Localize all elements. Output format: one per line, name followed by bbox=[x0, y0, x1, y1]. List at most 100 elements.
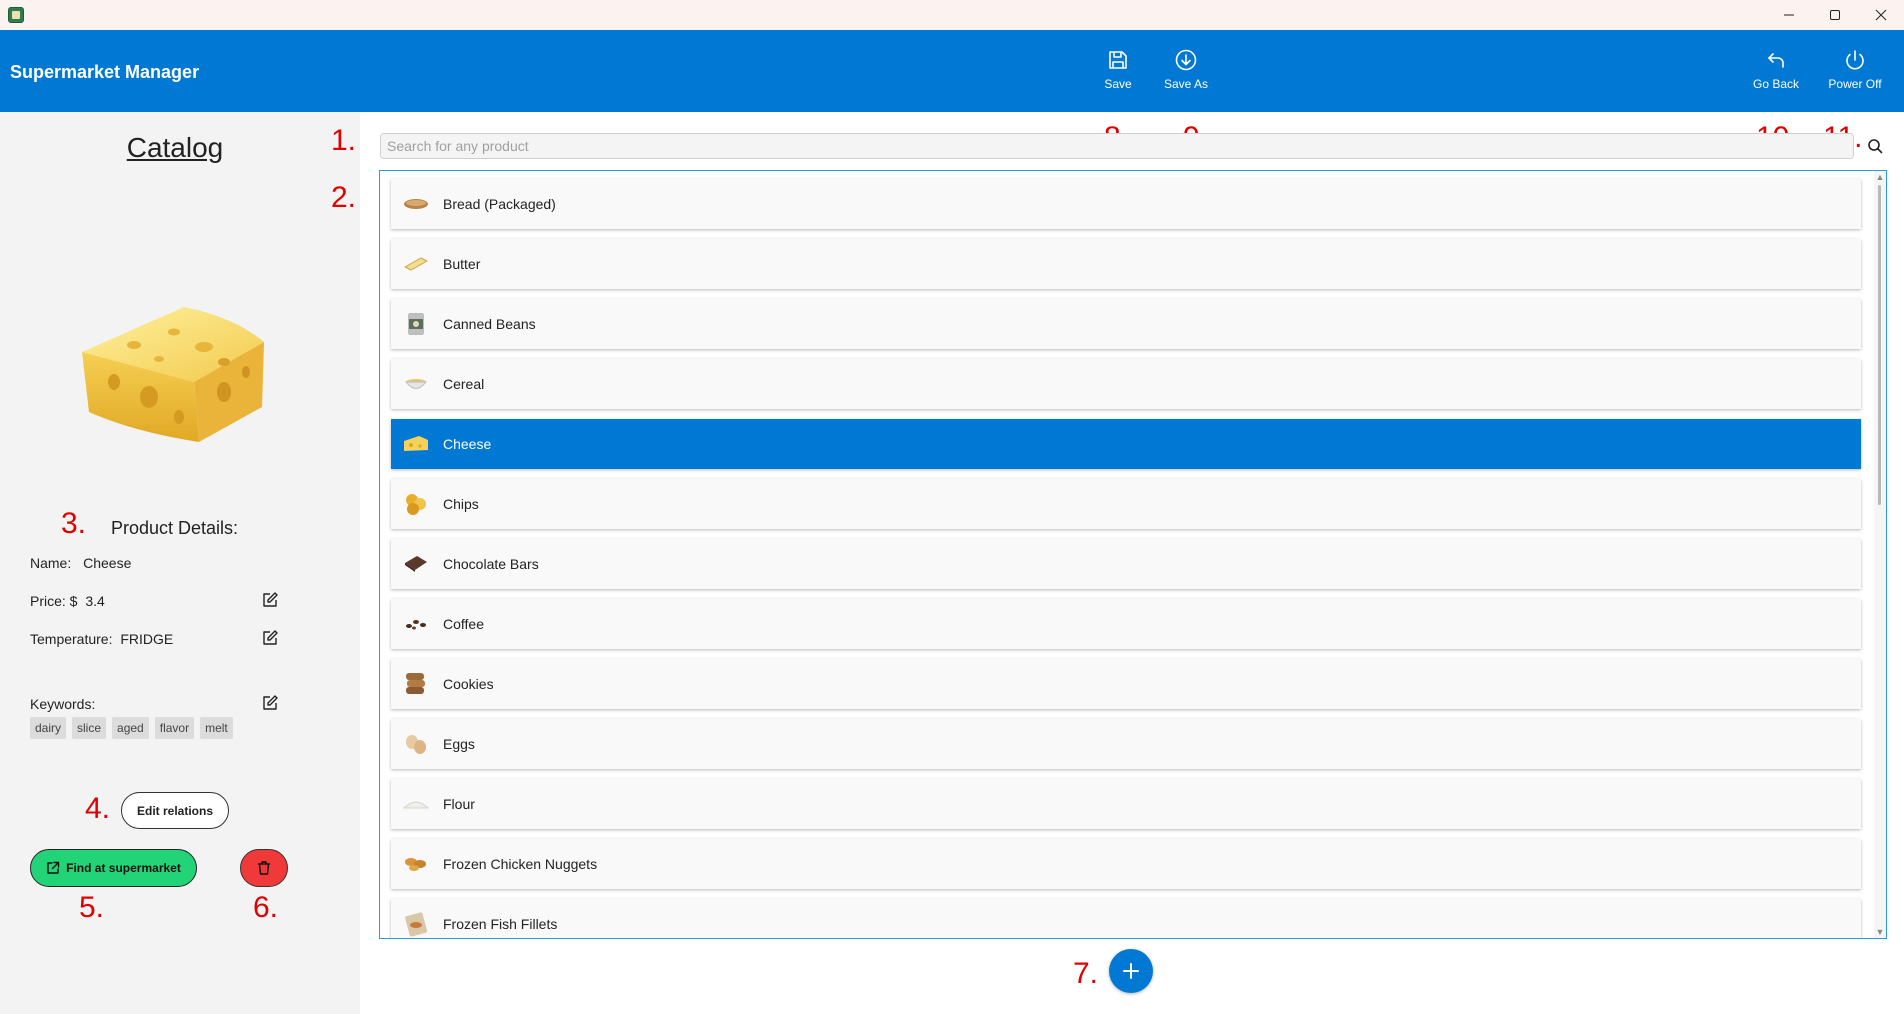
window-titlebar bbox=[0, 0, 1904, 30]
price-label: Price: $ bbox=[30, 593, 78, 609]
catalog-title: Catalog bbox=[126, 132, 224, 163]
product-label: Chocolate Bars bbox=[443, 556, 539, 572]
find-at-supermarket-button[interactable]: Find at supermarket bbox=[30, 849, 197, 887]
app-title: Supermarket Manager bbox=[10, 62, 200, 82]
keyword-tag: flavor bbox=[154, 717, 195, 739]
product-list-item[interactable]: Eggs bbox=[391, 719, 1861, 769]
price-value: 3.4 bbox=[85, 593, 105, 609]
save-button[interactable]: Save bbox=[1103, 48, 1133, 98]
undo-arrow-icon bbox=[1768, 53, 1784, 68]
trash-icon bbox=[258, 861, 270, 875]
product-list-item[interactable]: Cookies bbox=[391, 659, 1861, 709]
can-icon bbox=[403, 311, 429, 337]
search-button[interactable] bbox=[1864, 133, 1886, 159]
go-back-label: Go Back bbox=[1752, 77, 1800, 91]
product-list-item[interactable]: Frozen Fish Fillets bbox=[391, 899, 1861, 938]
save-as-button[interactable]: Save As bbox=[1161, 48, 1211, 98]
product-label: Cookies bbox=[443, 676, 494, 692]
scroll-up-icon[interactable]: ▲ bbox=[1874, 171, 1886, 183]
product-label: Cheese bbox=[443, 436, 492, 452]
edit-temperature-icon[interactable] bbox=[261, 629, 279, 647]
edit-relations-button[interactable]: Edit relations bbox=[121, 792, 229, 829]
edit-price-icon[interactable] bbox=[261, 591, 279, 609]
temperature-label: Temperature: bbox=[30, 631, 113, 647]
minimize-icon bbox=[1784, 14, 1794, 16]
product-list-item[interactable]: Flour bbox=[391, 779, 1861, 829]
butter-icon bbox=[403, 251, 429, 277]
catalog-sidebar: Catalog Product Details: Name: Cheese Pr… bbox=[0, 112, 360, 1014]
close-window-button[interactable] bbox=[1858, 0, 1904, 30]
product-label: Bread (Packaged) bbox=[443, 196, 556, 212]
product-label: Frozen Fish Fillets bbox=[443, 916, 558, 932]
app-icon bbox=[8, 7, 24, 23]
price-row: Price: $ 3.4 bbox=[30, 593, 105, 609]
product-list-item[interactable]: Cereal bbox=[391, 359, 1861, 409]
product-list-scrollbar[interactable]: ▲ ▼ bbox=[1874, 171, 1886, 938]
keyword-tag: dairy bbox=[30, 717, 67, 739]
scroll-down-icon[interactable]: ▼ bbox=[1874, 926, 1886, 938]
product-list-item[interactable]: Chocolate Bars bbox=[391, 539, 1861, 589]
keyword-tags: dairy slice aged flavor melt bbox=[30, 717, 233, 739]
annotation-5: 5. bbox=[79, 891, 105, 924]
product-label: Frozen Chicken Nuggets bbox=[443, 856, 598, 872]
keyword-tag: aged bbox=[112, 717, 149, 739]
keyword-tag: melt bbox=[200, 717, 233, 739]
product-details-title: Product Details: bbox=[111, 518, 239, 538]
annotation-4: 4. bbox=[85, 792, 111, 825]
chocolate-icon bbox=[403, 551, 429, 577]
cheese-icon bbox=[403, 431, 429, 457]
product-list-item[interactable]: Butter bbox=[391, 239, 1861, 289]
product-label: Canned Beans bbox=[443, 316, 536, 332]
annotation-7: 7. bbox=[1073, 957, 1099, 990]
name-label: Name: bbox=[30, 555, 72, 571]
cookies-icon bbox=[403, 671, 429, 697]
minimize-button[interactable] bbox=[1766, 0, 1812, 30]
power-off-button[interactable]: Power Off bbox=[1826, 48, 1884, 98]
coffee-beans-icon bbox=[403, 611, 429, 637]
name-row: Name: Cheese bbox=[30, 555, 131, 571]
close-icon bbox=[1875, 9, 1887, 21]
search-icon bbox=[1868, 139, 1883, 154]
add-product-button[interactable] bbox=[1109, 949, 1153, 993]
product-list-item[interactable]: Canned Beans bbox=[391, 299, 1861, 349]
bowl-icon bbox=[403, 371, 429, 397]
save-label: Save bbox=[1104, 77, 1132, 91]
product-label: Chips bbox=[443, 496, 479, 512]
product-label: Eggs bbox=[443, 736, 475, 752]
product-list-item[interactable]: Bread (Packaged) bbox=[391, 179, 1861, 229]
nuggets-icon bbox=[403, 851, 429, 877]
annotation-3: 3. bbox=[61, 507, 87, 540]
temperature-row: Temperature: FRIDGE bbox=[30, 631, 173, 647]
edit-keywords-icon[interactable] bbox=[261, 694, 279, 712]
product-list-item-selected[interactable]: Cheese bbox=[391, 419, 1861, 469]
scroll-thumb[interactable] bbox=[1878, 185, 1881, 505]
name-value: Cheese bbox=[83, 555, 132, 571]
maximize-button[interactable] bbox=[1812, 0, 1858, 30]
go-back-button[interactable]: Go Back bbox=[1751, 48, 1801, 98]
temperature-value: FRIDGE bbox=[120, 631, 174, 647]
plus-icon bbox=[1123, 963, 1139, 979]
download-circle-icon bbox=[1175, 49, 1197, 71]
annotation-1: 1. bbox=[331, 124, 357, 157]
product-label: Coffee bbox=[443, 616, 484, 632]
app-header: Supermarket Manager Save Save As Go Back… bbox=[0, 30, 1904, 112]
keywords-label: Keywords: bbox=[30, 696, 96, 712]
bread-icon bbox=[403, 191, 429, 217]
maximize-icon bbox=[1830, 10, 1840, 20]
annotation-6: 6. bbox=[253, 891, 279, 924]
product-list: Bread (Packaged) Butter Canned Beans Cer… bbox=[379, 170, 1887, 939]
external-link-icon bbox=[47, 861, 60, 874]
power-icon bbox=[1846, 50, 1864, 70]
find-at-supermarket-label: Find at supermarket bbox=[66, 861, 181, 875]
chips-icon bbox=[403, 491, 429, 517]
product-list-item[interactable]: Coffee bbox=[391, 599, 1861, 649]
keyword-tag: slice bbox=[72, 717, 107, 739]
eggs-icon bbox=[403, 731, 429, 757]
product-list-item[interactable]: Chips bbox=[391, 479, 1861, 529]
cheese-wedge-image bbox=[82, 307, 264, 442]
product-list-item[interactable]: Frozen Chicken Nuggets bbox=[391, 839, 1861, 889]
fish-icon bbox=[403, 911, 429, 937]
delete-product-button[interactable] bbox=[240, 849, 288, 887]
power-off-label: Power Off bbox=[1828, 77, 1882, 91]
search-input[interactable] bbox=[380, 133, 1854, 159]
